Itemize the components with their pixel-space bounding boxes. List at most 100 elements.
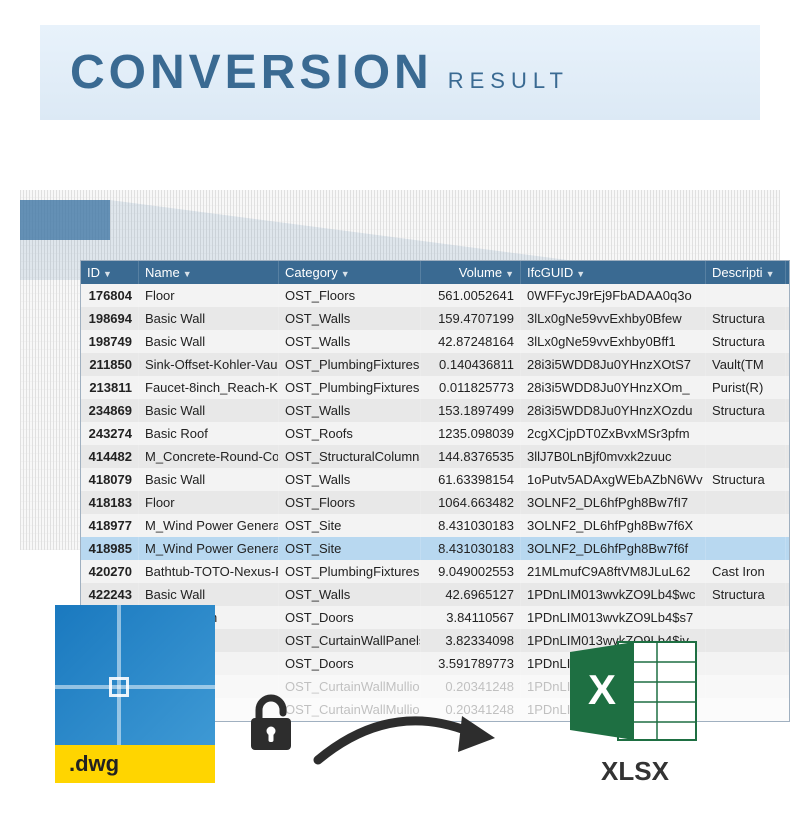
- cell-cat: OST_Doors: [279, 652, 421, 675]
- arrow-icon: [310, 710, 500, 770]
- cell-desc: [706, 606, 786, 629]
- cell-desc: [706, 652, 786, 675]
- banner-subtitle: RESULT: [448, 68, 569, 94]
- cell-desc: Vault(TM: [706, 353, 786, 376]
- cell-name: Basic Wall: [139, 583, 279, 606]
- header-id[interactable]: ID▼: [81, 261, 139, 284]
- cell-name: Sink-Offset-Kohler-Vaul: [139, 353, 279, 376]
- header-description[interactable]: Descripti▼: [706, 261, 786, 284]
- cell-ifc: 28i3i5WDD8Ju0YHnzXOm_: [521, 376, 706, 399]
- cell-cat: OST_Roofs: [279, 422, 421, 445]
- table-row[interactable]: 176804FloorOST_Floors561.00526410WFFycJ9…: [81, 284, 789, 307]
- cell-id: 422243: [81, 583, 139, 606]
- cell-cat: OST_PlumbingFixtures: [279, 376, 421, 399]
- cell-name: Floor: [139, 491, 279, 514]
- cell-desc: Structura: [706, 399, 786, 422]
- cell-name: M_Concrete-Round-Co: [139, 445, 279, 468]
- cell-cat: OST_StructuralColumns: [279, 445, 421, 468]
- cell-ifc: 28i3i5WDD8Ju0YHnzXOtS7: [521, 353, 706, 376]
- cell-desc: [706, 284, 786, 307]
- cell-ifc: 2cgXCjpDT0ZxBvxMSr3pfm: [521, 422, 706, 445]
- cell-desc: Purist(R): [706, 376, 786, 399]
- dwg-label: .dwg: [55, 745, 215, 783]
- table-row[interactable]: 414482M_Concrete-Round-CoOST_StructuralC…: [81, 445, 789, 468]
- header-name[interactable]: Name▼: [139, 261, 279, 284]
- cell-cat: OST_PlumbingFixtures: [279, 560, 421, 583]
- cell-cat: OST_Walls: [279, 330, 421, 353]
- cell-ifc: 3lLx0gNe59vvExhby0Bff1: [521, 330, 706, 353]
- cell-name: Basic Wall: [139, 330, 279, 353]
- cell-id: 414482: [81, 445, 139, 468]
- cell-cat: OST_Site: [279, 537, 421, 560]
- cell-vol: 3.84110567: [421, 606, 521, 629]
- table-row[interactable]: 422243Basic WallOST_Walls42.69651271PDnL…: [81, 583, 789, 606]
- cell-vol: 144.8376535: [421, 445, 521, 468]
- cell-vol: 153.1897499: [421, 399, 521, 422]
- cell-id: 213811: [81, 376, 139, 399]
- banner-title: CONVERSION: [70, 45, 433, 100]
- cell-cat: OST_CurtainWallPanels: [279, 629, 421, 652]
- table-row[interactable]: 211850Sink-Offset-Kohler-VaulOST_Plumbin…: [81, 353, 789, 376]
- table-row[interactable]: 418977M_Wind Power GeneraOST_Site8.43103…: [81, 514, 789, 537]
- table-row[interactable]: 420270Bathtub-TOTO-Nexus-FOST_PlumbingFi…: [81, 560, 789, 583]
- cell-cat: OST_Walls: [279, 583, 421, 606]
- cell-desc: [706, 514, 786, 537]
- cell-ifc: 3OLNF2_DL6hfPgh8Bw7fI7: [521, 491, 706, 514]
- cell-desc: Structura: [706, 330, 786, 353]
- table-row[interactable]: 213811Faucet-8inch_Reach-KcOST_PlumbingF…: [81, 376, 789, 399]
- xlsx-label: XLSX: [560, 756, 710, 787]
- table-row[interactable]: 418079Basic WallOST_Walls61.633981541oPu…: [81, 468, 789, 491]
- cell-vol: 61.63398154: [421, 468, 521, 491]
- cell-id: 420270: [81, 560, 139, 583]
- cell-cat: OST_Walls: [279, 468, 421, 491]
- cell-id: 211850: [81, 353, 139, 376]
- cell-ifc: 1PDnLIM013wvkZO9Lb4$wc: [521, 583, 706, 606]
- title-banner: CONVERSION RESULT: [40, 25, 760, 120]
- unlock-icon: [245, 694, 297, 765]
- cell-name: Basic Wall: [139, 307, 279, 330]
- cell-vol: 0.140436811: [421, 353, 521, 376]
- cell-ifc: 3llJ7B0LnBjf0mvxk2zuuc: [521, 445, 706, 468]
- cell-ifc: 28i3i5WDD8Ju0YHnzXOzdu: [521, 399, 706, 422]
- cell-name: Basic Roof: [139, 422, 279, 445]
- cell-name: Bathtub-TOTO-Nexus-F: [139, 560, 279, 583]
- cell-desc: [706, 629, 786, 652]
- cell-id: 176804: [81, 284, 139, 307]
- cell-desc: [706, 698, 786, 721]
- header-ifcguid[interactable]: IfcGUID▼: [521, 261, 706, 284]
- table-row[interactable]: 198749Basic WallOST_Walls42.872481643lLx…: [81, 330, 789, 353]
- cell-id: 198749: [81, 330, 139, 353]
- cell-name: M_Wind Power Genera: [139, 537, 279, 560]
- cell-cat: OST_Site: [279, 514, 421, 537]
- cell-vol: 0.20341248: [421, 675, 521, 698]
- dwg-file-icon: .dwg: [55, 605, 215, 780]
- cell-id: 243274: [81, 422, 139, 445]
- table-row[interactable]: 418985M_Wind Power GeneraOST_Site8.43103…: [81, 537, 789, 560]
- cell-id: 234869: [81, 399, 139, 422]
- cell-vol: 42.6965127: [421, 583, 521, 606]
- cell-cat: OST_Doors: [279, 606, 421, 629]
- cell-id: 198694: [81, 307, 139, 330]
- cell-vol: 0.011825773: [421, 376, 521, 399]
- header-category[interactable]: Category▼: [279, 261, 421, 284]
- cell-ifc: 21MLmufC9A8ftVM8JLuL62: [521, 560, 706, 583]
- cell-vol: 9.049002553: [421, 560, 521, 583]
- cell-vol: 8.431030183: [421, 514, 521, 537]
- cell-name: Basic Wall: [139, 399, 279, 422]
- table-row[interactable]: 198694Basic WallOST_Walls159.47071993lLx…: [81, 307, 789, 330]
- svg-text:X: X: [588, 666, 616, 713]
- cell-ifc: 3OLNF2_DL6hfPgh8Bw7f6X: [521, 514, 706, 537]
- cell-desc: [706, 675, 786, 698]
- cell-vol: 8.431030183: [421, 537, 521, 560]
- header-volume[interactable]: Volume▼: [421, 261, 521, 284]
- cell-name: M_Wind Power Genera: [139, 514, 279, 537]
- table-row[interactable]: 243274Basic RoofOST_Roofs1235.0980392cgX…: [81, 422, 789, 445]
- cell-name: Faucet-8inch_Reach-Kc: [139, 376, 279, 399]
- table-row[interactable]: 418183FloorOST_Floors1064.6634823OLNF2_D…: [81, 491, 789, 514]
- cell-cat: OST_Floors: [279, 491, 421, 514]
- cell-desc: Structura: [706, 468, 786, 491]
- cell-desc: [706, 491, 786, 514]
- cell-id: 418977: [81, 514, 139, 537]
- cell-id: 418079: [81, 468, 139, 491]
- table-row[interactable]: 234869Basic WallOST_Walls153.189749928i3…: [81, 399, 789, 422]
